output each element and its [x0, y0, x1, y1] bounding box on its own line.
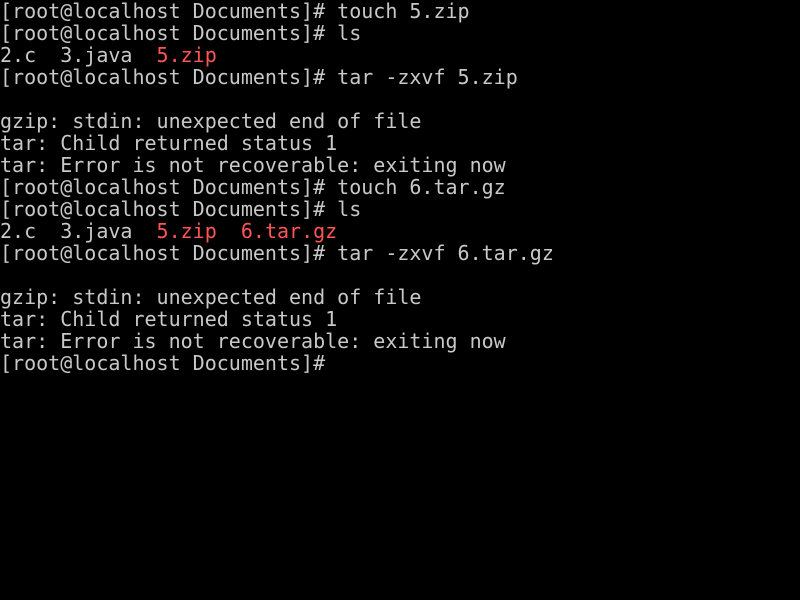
terminal-line: [root@localhost Documents]# touch 5.zip: [0, 0, 470, 22]
archive-filename: 5.zip: [156, 43, 217, 67]
terminal-text: [root@localhost Documents]# ls: [0, 197, 362, 221]
terminal-text: 2.c 3.java: [0, 43, 157, 67]
terminal-line: [root@localhost Documents]# tar -zxvf 6.…: [0, 242, 554, 264]
terminal-line: [root@localhost Documents]#: [0, 352, 325, 374]
terminal-text: [root@localhost Documents]# tar -zxvf 6.…: [0, 241, 554, 265]
terminal-text: [root@localhost Documents]# tar -zxvf 5.…: [0, 65, 518, 89]
terminal-line: [root@localhost Documents]# touch 6.tar.…: [0, 176, 506, 198]
terminal-line: tar: Child returned status 1: [0, 308, 337, 330]
terminal-line: tar: Error is not recoverable: exiting n…: [0, 154, 506, 176]
terminal-line: gzip: stdin: unexpected end of file: [0, 286, 421, 308]
terminal-text: 2.c 3.java: [0, 219, 157, 243]
terminal-text: [root@localhost Documents]#: [0, 351, 326, 375]
terminal-line: [root@localhost Documents]# tar -zxvf 5.…: [0, 66, 518, 88]
terminal-text: tar: Error is not recoverable: exiting n…: [0, 329, 506, 353]
terminal-text: [root@localhost Documents]# touch 5.zip: [0, 0, 470, 23]
terminal-text: tar: Error is not recoverable: exiting n…: [0, 153, 506, 177]
terminal-line: [root@localhost Documents]# ls: [0, 22, 361, 44]
archive-filename: 5.zip: [156, 219, 217, 243]
archive-filename: 6.tar.gz: [240, 219, 338, 243]
terminal-line: 2.c 3.java 5.zip 6.tar.gz: [0, 220, 337, 242]
terminal-line: [root@localhost Documents]# ls: [0, 198, 361, 220]
terminal-line: 2.c 3.java 5.zip: [0, 44, 217, 66]
terminal-line: tar: Child returned status 1: [0, 132, 337, 154]
terminal-text: gzip: stdin: unexpected end of file: [0, 109, 422, 133]
terminal-screen[interactable]: [root@localhost Documents]# touch 5.zip[…: [0, 0, 800, 600]
terminal-line: gzip: stdin: unexpected end of file: [0, 110, 421, 132]
terminal-text: gzip: stdin: unexpected end of file: [0, 285, 422, 309]
terminal-line: tar: Error is not recoverable: exiting n…: [0, 330, 506, 352]
terminal-text: [root@localhost Documents]# touch 6.tar.…: [0, 175, 506, 199]
terminal-text: tar: Child returned status 1: [0, 307, 338, 331]
terminal-text: [root@localhost Documents]# ls: [0, 21, 362, 45]
terminal-text: tar: Child returned status 1: [0, 131, 338, 155]
